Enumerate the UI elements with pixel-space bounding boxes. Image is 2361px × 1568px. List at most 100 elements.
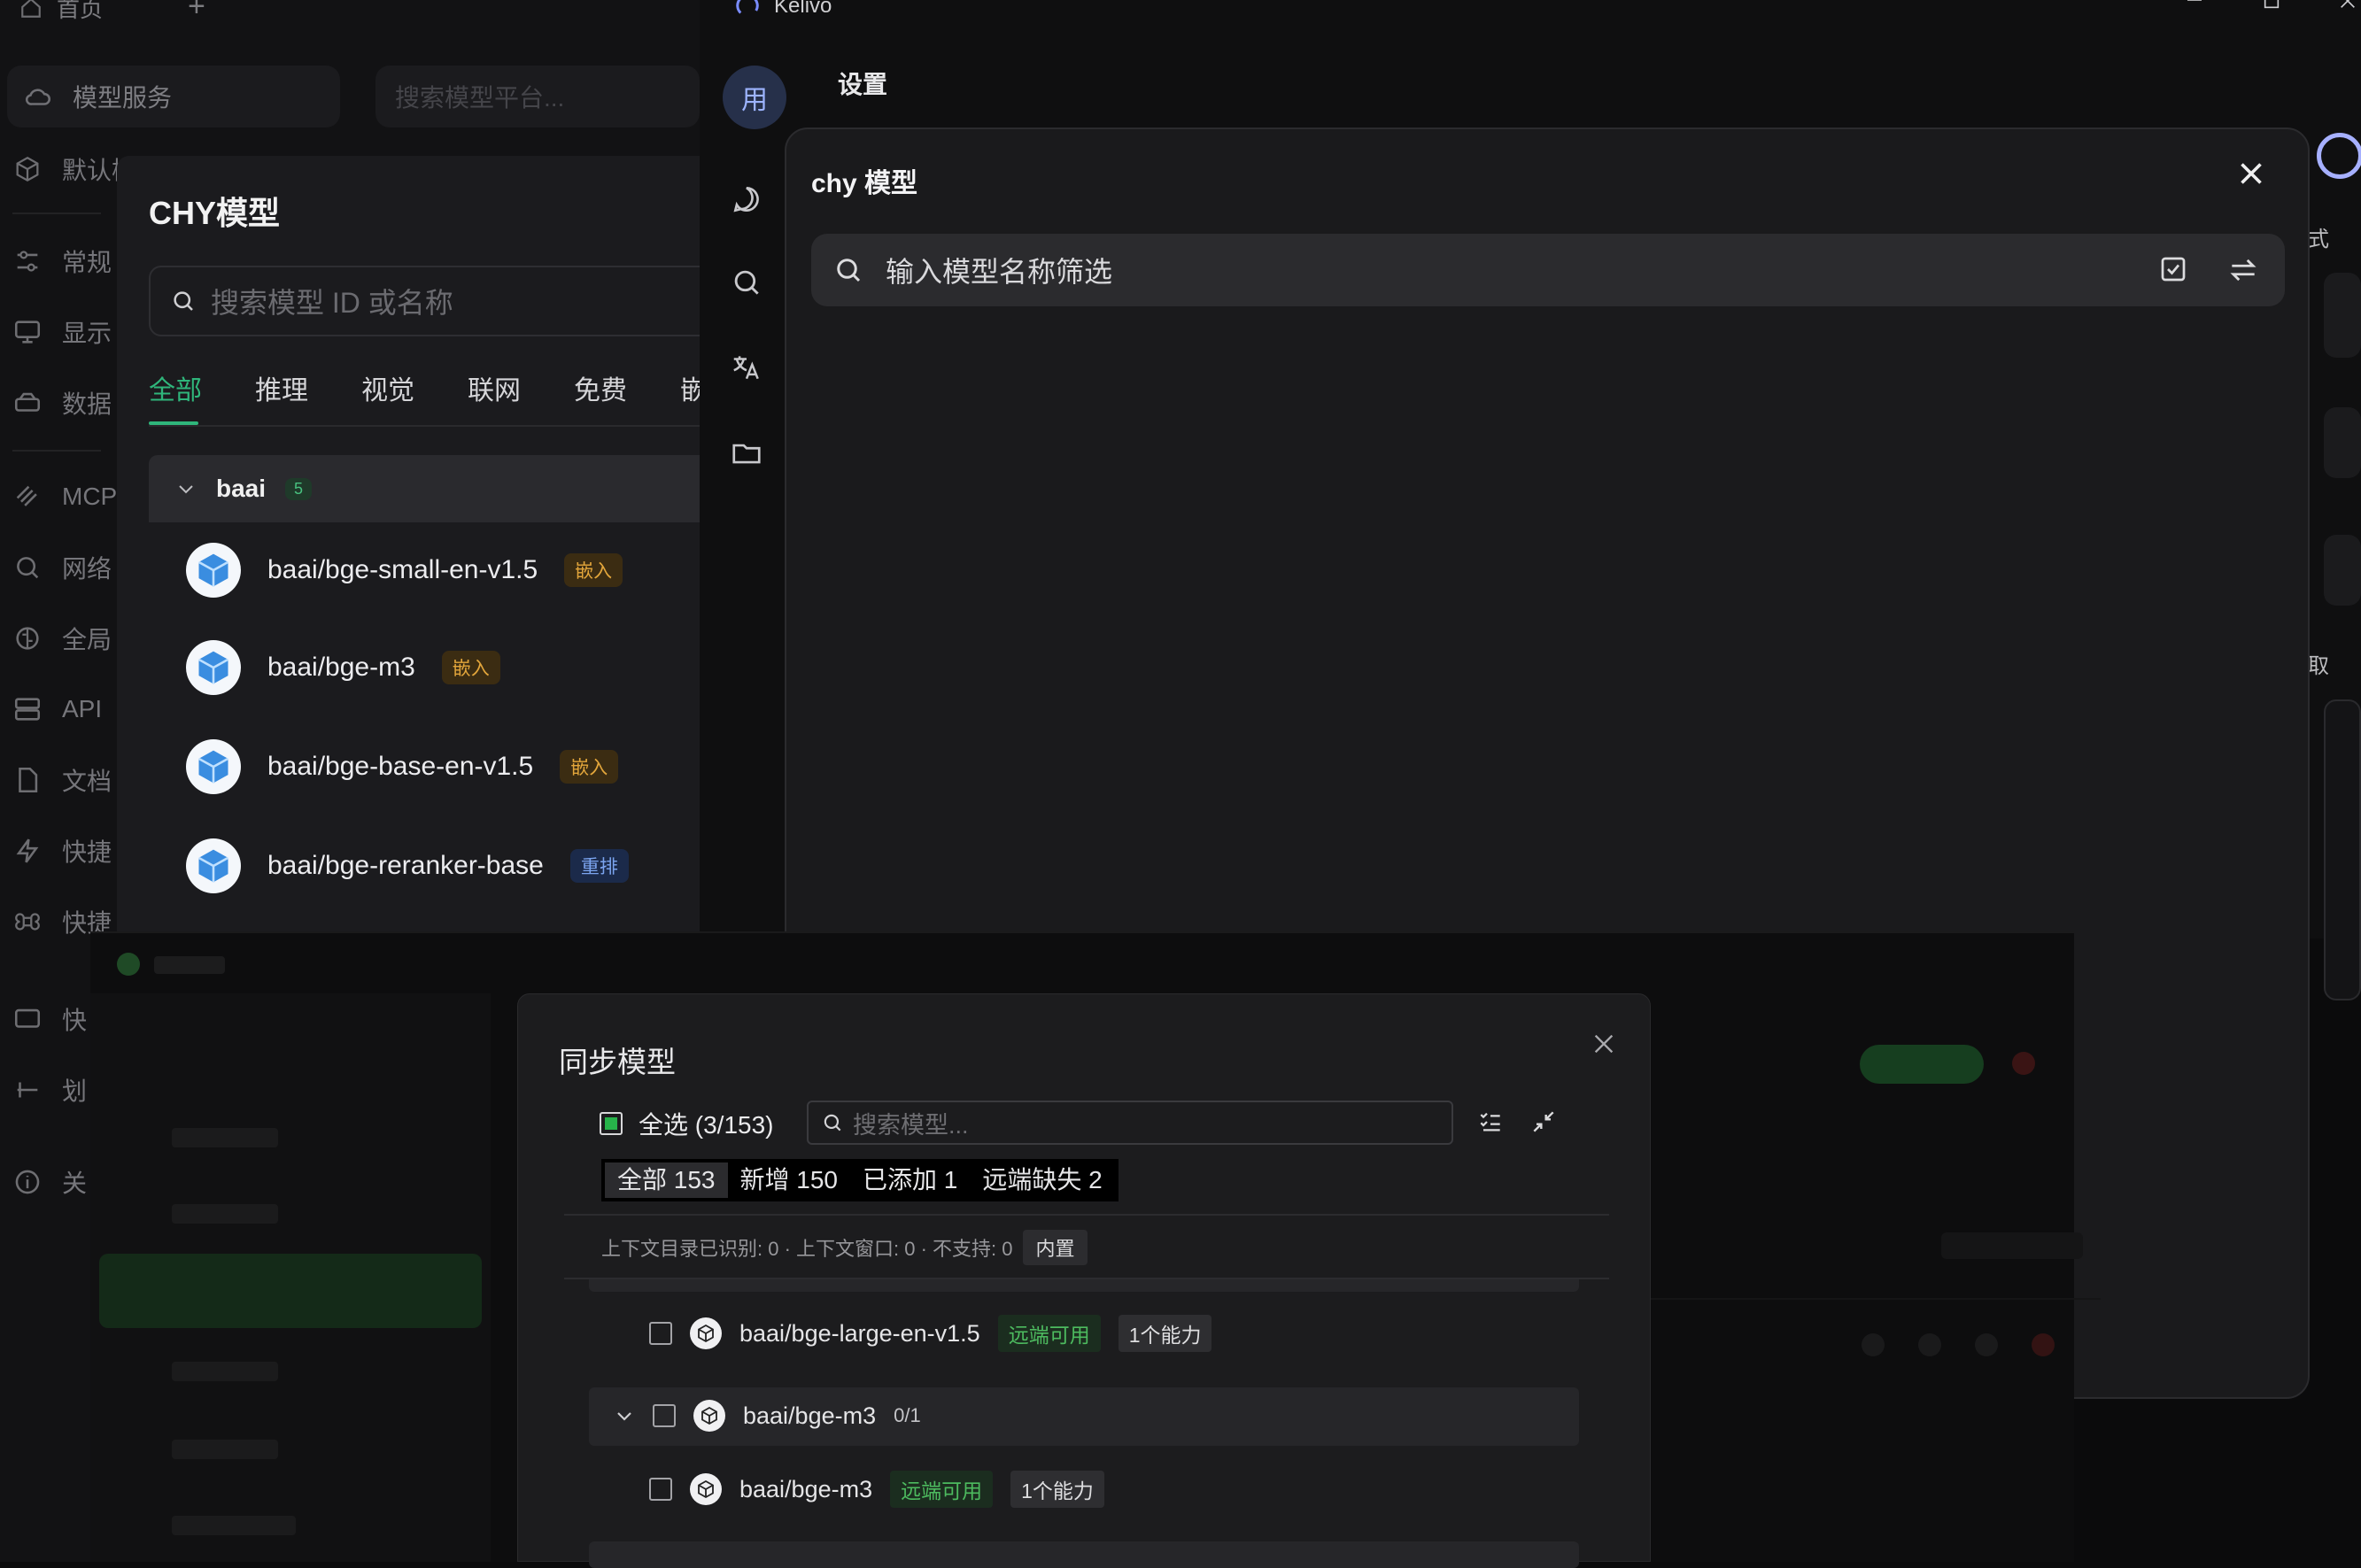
new-tab-button[interactable]: + (188, 0, 205, 24)
avatar[interactable]: 用 (723, 66, 786, 129)
rail-search-button[interactable] (724, 260, 769, 305)
builtin-chip[interactable]: 内置 (1023, 1230, 1088, 1265)
capability-badge: 1个能力 (1118, 1315, 1212, 1352)
tab-vision[interactable]: 视觉 (361, 368, 468, 407)
dimmed-sidebar-active-item (99, 1254, 482, 1328)
model-row[interactable]: baai/bge-large-en-v1.5 远端可用 1个能力 (649, 1315, 1212, 1352)
maximize-button[interactable] (2262, 0, 2287, 16)
lightning-icon (16, 838, 39, 863)
checkbox-check-icon (2161, 257, 2186, 282)
sidebar-item-label: 全局 (62, 626, 112, 653)
model-filter-input[interactable]: 输入模型名称筛选 (811, 234, 2285, 306)
sidebar-item-selection[interactable]: 划 (12, 1059, 87, 1121)
checkbox[interactable] (653, 1404, 676, 1427)
mcp-icon (16, 485, 37, 506)
sidebar-item-quick-3[interactable]: 快 (12, 988, 87, 1050)
model-row[interactable]: baai/bge-m3 嵌入 (186, 632, 500, 703)
close-icon (2341, 0, 2355, 8)
sidebar-item-mcp[interactable]: MCP (12, 466, 117, 528)
dialog-close-button[interactable] (2235, 158, 2274, 197)
checkbox[interactable] (600, 1112, 623, 1135)
sidebar-item-data[interactable]: 数据 (12, 372, 112, 434)
search-icon (17, 557, 39, 579)
settings-toggle[interactable] (2317, 133, 2361, 179)
select-all-checkbox[interactable]: 全选 (3/153) (600, 1106, 774, 1141)
model-name: baai/bge-reranker-base (267, 851, 544, 880)
sidebar-item-label: 快 (62, 1007, 88, 1034)
sidebar-item-network[interactable]: 网络 (12, 537, 112, 599)
settings-title: 设置 (838, 71, 888, 98)
document-icon (19, 767, 38, 793)
embed-tag: 嵌入 (564, 553, 623, 587)
tab-all[interactable]: 全部 (149, 368, 255, 407)
select-checkbox-button[interactable] (2157, 253, 2189, 285)
tab-free[interactable]: 免费 (574, 368, 680, 407)
settings-field[interactable] (2324, 407, 2361, 478)
model-row[interactable]: baai/bge-m3 远端可用 1个能力 (649, 1471, 1104, 1508)
settings-field[interactable] (2324, 273, 2361, 358)
checkbox[interactable] (649, 1478, 672, 1501)
dimmed-sidebar-item (172, 1362, 278, 1381)
sidebar-item-label: MCP (62, 483, 118, 510)
sidebar-item-about[interactable]: 关 (12, 1151, 87, 1213)
model-row[interactable]: baai/bge-base-en-v1.5 嵌入 (186, 731, 619, 802)
segment-remote-missing[interactable]: 远端缺失 2 (970, 1162, 1114, 1198)
home-tab-label: 首页 (57, 0, 104, 22)
settings-edge-label: 式 (2308, 228, 2329, 251)
sidebar-item-docs[interactable]: 文档 (12, 749, 112, 811)
dialog-close-button[interactable] (1590, 1030, 1622, 1062)
sync-button[interactable] (2226, 253, 2260, 287)
sidebar-item-api[interactable]: API (12, 678, 102, 740)
folder-icon (732, 444, 761, 464)
sidebar-item-general[interactable]: 常规 (12, 230, 112, 292)
sidebar-item-global[interactable]: 全局 (12, 607, 112, 669)
model-row[interactable]: baai/bge-reranker-base 重排 (186, 830, 629, 901)
window-titlebar: Kelivo (735, 0, 832, 19)
rail-chat-button[interactable] (724, 177, 769, 221)
home-icon (21, 0, 41, 18)
tab-reasoning[interactable]: 推理 (255, 368, 361, 407)
dimmed-sidebar-item (172, 1440, 278, 1459)
sidebar-item-quick-1[interactable]: 快捷 (12, 820, 112, 882)
minimize-button[interactable] (2184, 0, 2209, 14)
model-search-input[interactable]: 搜索模型 ID 或名称 (149, 266, 716, 336)
app-logo-icon (117, 953, 140, 976)
settings-field[interactable] (2324, 535, 2361, 606)
model-row[interactable]: baai/bge-small-en-v1.5 嵌入 (186, 535, 623, 606)
translate-icon (733, 356, 759, 380)
model-name: baai/bge-m3 (739, 1475, 873, 1502)
tab-divider (149, 425, 716, 427)
platform-search-input[interactable]: 搜索模型平台... (375, 66, 700, 127)
collapse-button[interactable] (1529, 1108, 1558, 1136)
chevron-down-icon (179, 485, 193, 494)
collapse-arrows-icon (1533, 1111, 1554, 1132)
sync-search-input[interactable]: 搜索模型... (807, 1101, 1453, 1145)
segment-new[interactable]: 新增 150 (728, 1162, 851, 1198)
sidebar-item-label: 快捷 (62, 838, 112, 866)
select-filter-button[interactable] (1476, 1108, 1505, 1136)
command-icon (15, 913, 40, 931)
window-icon (14, 1008, 41, 1028)
segment-added[interactable]: 已添加 1 (850, 1162, 970, 1198)
settings-edge-label: 取 (2308, 654, 2329, 678)
window-close-button[interactable] (2338, 0, 2361, 14)
close-icon (1594, 1034, 1614, 1054)
divider (564, 1214, 1609, 1216)
segment-all[interactable]: 全部 153 (605, 1162, 728, 1198)
checkbox[interactable] (649, 1322, 672, 1345)
tab-web[interactable]: 联网 (468, 368, 574, 407)
group-header-baai[interactable]: baai 5 (149, 455, 716, 522)
rail-translate-button[interactable] (724, 345, 769, 390)
model-logo-icon (690, 1473, 722, 1505)
sidebar-item-label: API (62, 695, 103, 722)
group-count-badge: 5 (285, 477, 313, 500)
group-row[interactable] (589, 1541, 1579, 1568)
sidebar-item-display[interactable]: 显示 (12, 301, 112, 363)
chevron-down-icon[interactable] (614, 1405, 635, 1426)
search-icon (837, 259, 861, 282)
home-tab[interactable]: 首页 (19, 0, 103, 24)
rail-folder-button[interactable] (724, 430, 769, 475)
window-border (90, 931, 2074, 933)
database-icon (14, 392, 41, 412)
baai-logo-icon (186, 640, 241, 695)
